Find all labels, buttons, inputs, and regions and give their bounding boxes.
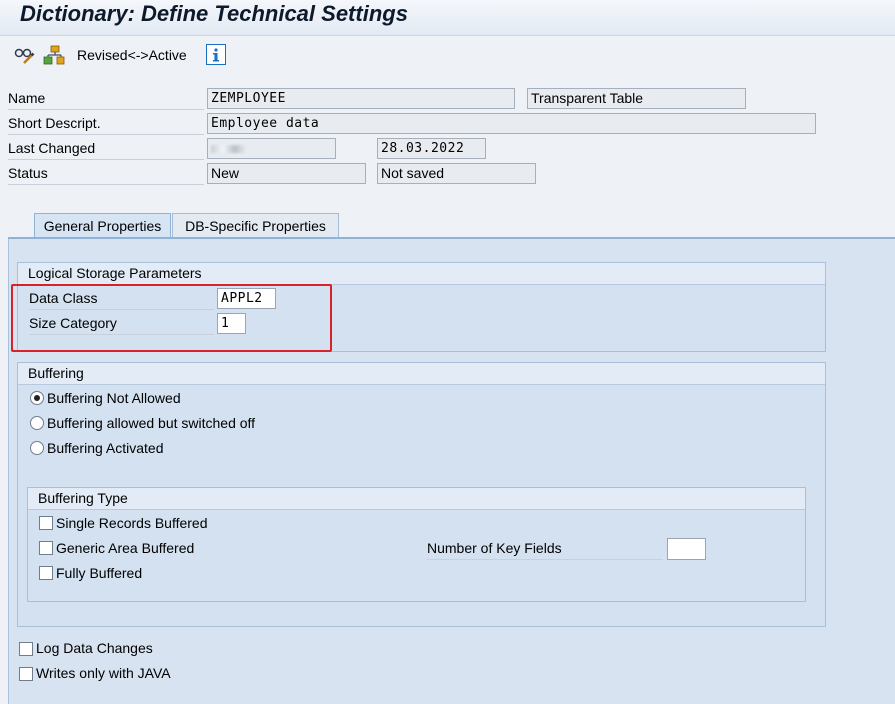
name-label: Name bbox=[8, 90, 204, 110]
buffering-not-allowed-label: Buffering Not Allowed bbox=[47, 390, 181, 406]
tab-db-specific-properties[interactable]: DB-Specific Properties bbox=[172, 213, 339, 239]
radio-buffering-not-allowed[interactable] bbox=[30, 391, 44, 405]
info-icon[interactable] bbox=[206, 44, 226, 65]
radio-buffering-switched-off[interactable] bbox=[30, 416, 44, 430]
key-fields-input[interactable] bbox=[667, 538, 706, 560]
checkbox-writes-only-java[interactable] bbox=[19, 667, 33, 681]
last-changed-user-field bbox=[207, 138, 336, 159]
last-changed-label: Last Changed bbox=[8, 140, 204, 160]
last-changed-date-field: 28.03.2022 bbox=[377, 138, 486, 159]
hierarchy-icon[interactable] bbox=[42, 44, 66, 66]
checkbox-single-records[interactable] bbox=[39, 516, 53, 530]
fully-buffered-label: Fully Buffered bbox=[56, 565, 143, 581]
single-records-label: Single Records Buffered bbox=[56, 515, 208, 531]
window-title: Dictionary: Define Technical Settings bbox=[20, 1, 408, 26]
table-type-field: Transparent Table bbox=[527, 88, 746, 109]
name-field[interactable]: ZEMPLOYEE bbox=[207, 88, 515, 109]
highlight-box bbox=[11, 284, 332, 352]
logical-storage-title: Logical Storage Parameters bbox=[18, 263, 825, 285]
revised-active-button[interactable]: Revised<->Active bbox=[77, 47, 187, 63]
buffering-switched-off-label: Buffering allowed but switched off bbox=[47, 415, 256, 431]
buffering-activated-label: Buffering Activated bbox=[47, 440, 164, 456]
glasses-pencil-icon[interactable] bbox=[12, 44, 36, 66]
short-description-field[interactable]: Employee data bbox=[207, 113, 816, 134]
blurred-username bbox=[211, 145, 247, 153]
writes-only-java-label: Writes only with JAVA bbox=[36, 665, 171, 681]
radio-selected-dot bbox=[34, 395, 40, 401]
buffering-title: Buffering bbox=[18, 363, 825, 385]
checkbox-fully-buffered[interactable] bbox=[39, 566, 53, 580]
buffering-type-title: Buffering Type bbox=[28, 488, 805, 510]
status-label: Status bbox=[8, 165, 204, 185]
checkbox-generic-area[interactable] bbox=[39, 541, 53, 555]
key-fields-label: Number of Key Fields bbox=[427, 540, 663, 560]
short-description-label: Short Descript. bbox=[8, 115, 204, 135]
generic-area-label: Generic Area Buffered bbox=[56, 540, 195, 556]
log-data-changes-label: Log Data Changes bbox=[36, 640, 153, 656]
checkbox-log-data-changes[interactable] bbox=[19, 642, 33, 656]
save-status-field: Not saved bbox=[377, 163, 536, 184]
tab-general-properties[interactable]: General Properties bbox=[34, 213, 171, 239]
radio-buffering-activated[interactable] bbox=[30, 441, 44, 455]
status-field: New bbox=[207, 163, 366, 184]
